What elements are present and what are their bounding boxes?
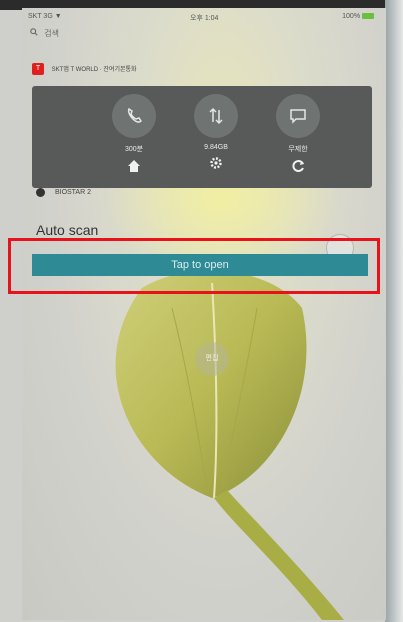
phone-screen: SKT 3G ▼ 오후 1:04 100% 검색 T SKT앱 T WORLD …: [22, 8, 386, 620]
clock: 오후 1:04: [190, 15, 219, 22]
biostar-app-icon: [36, 187, 45, 197]
call-value: 300분: [124, 146, 144, 153]
edit-button[interactable]: 편집: [195, 342, 229, 376]
tworld-widget-header[interactable]: T SKT앱 T WORLD · 잔여기본통화: [32, 60, 372, 80]
search-bar[interactable]: 검색: [30, 28, 59, 44]
battery-icon: [362, 13, 374, 20]
call-usage[interactable]: 300분: [104, 94, 164, 179]
home-icon[interactable]: [126, 158, 142, 174]
carrier-label: SKT 3G ▼: [28, 13, 62, 20]
search-label: 검색: [44, 29, 59, 38]
battery-percent: 100%: [342, 13, 361, 20]
status-bar: SKT 3G ▼ 오후 1:04 100%: [22, 8, 386, 26]
biostar-app-name: BIOSTAR 2: [54, 189, 91, 196]
tworld-logo-icon: T: [32, 63, 44, 76]
refresh-icon[interactable]: [290, 158, 306, 174]
phone-icon: [112, 94, 156, 138]
biostar-notification-header: BIOSTAR 2: [36, 185, 91, 201]
data-transfer-icon: [194, 94, 238, 138]
data-usage[interactable]: 9.84GB: [186, 94, 246, 176]
highlight-box: [8, 238, 380, 294]
gear-icon[interactable]: [208, 155, 224, 171]
message-usage[interactable]: 무제한: [268, 94, 328, 179]
notification-title: Auto scan: [36, 222, 99, 238]
photo-frame: SKT 3G ▼ 오후 1:04 100% 검색 T SKT앱 T WORLD …: [0, 0, 403, 622]
phone-bezel-right: [385, 0, 403, 622]
search-icon: [30, 28, 38, 38]
message-value: 무제한: [288, 146, 308, 153]
battery-status: 100%: [342, 13, 374, 20]
data-value: 9.84GB: [204, 144, 228, 151]
message-icon: [276, 94, 320, 138]
tworld-app-name: SKT앱 T WORLD · 잔여기본통화: [51, 67, 137, 73]
tworld-widget-card: 300분 9.84GB 무제한: [32, 86, 372, 188]
